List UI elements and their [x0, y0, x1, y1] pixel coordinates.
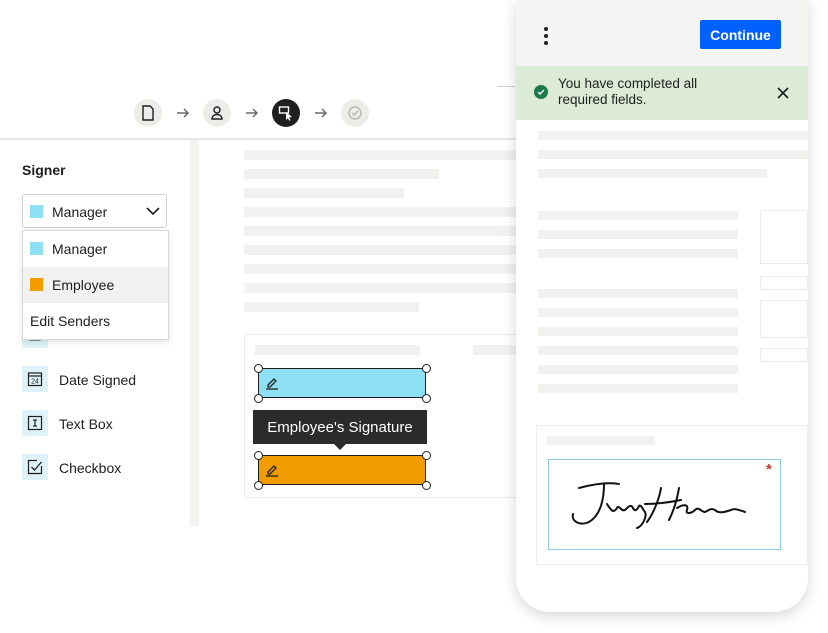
document-line	[244, 150, 516, 160]
checkbox-tool[interactable]	[22, 454, 48, 480]
pen-icon	[266, 378, 278, 390]
document-line	[244, 226, 516, 236]
document-line	[538, 169, 767, 178]
mobile-signer-preview: Continue You have completed all required…	[516, 0, 808, 612]
document-line	[538, 308, 738, 317]
toolbar-divider	[0, 138, 516, 140]
pen-icon	[266, 465, 278, 477]
arrow-right-icon	[177, 108, 190, 118]
signer-option-employee[interactable]: Employee	[23, 267, 168, 303]
manager-signature-field[interactable]	[258, 368, 426, 398]
document-line	[538, 289, 738, 298]
resize-handle[interactable]	[254, 364, 263, 373]
document-line	[538, 327, 738, 336]
option-label: Manager	[52, 241, 108, 257]
banner-message: You have completed all required fields.	[558, 76, 698, 107]
resize-handle[interactable]	[422, 394, 431, 403]
resize-handle[interactable]	[254, 481, 263, 490]
completion-banner: You have completed all required fields.	[516, 66, 808, 120]
resize-handle[interactable]	[422, 481, 431, 490]
option-label: Edit Senders	[30, 313, 111, 329]
signer-option-edit-senders[interactable]: Edit Senders	[23, 303, 168, 339]
resize-handle[interactable]	[422, 451, 431, 460]
step-document[interactable]	[134, 99, 162, 127]
document-box	[760, 210, 808, 264]
document-line	[244, 169, 439, 179]
step-fields[interactable]	[272, 99, 300, 127]
document-line	[538, 211, 738, 220]
checkbox-icon	[27, 459, 43, 475]
divider	[497, 86, 515, 87]
tooltip-tail	[333, 443, 347, 450]
document-line	[244, 302, 419, 312]
text-box-icon	[27, 415, 43, 431]
close-icon[interactable]	[776, 86, 790, 100]
document-line	[244, 207, 516, 217]
field-cursor-icon	[278, 106, 292, 121]
resize-handle[interactable]	[422, 364, 431, 373]
document-line	[547, 436, 655, 445]
text-box-tool[interactable]	[22, 410, 48, 436]
document-line	[538, 384, 738, 393]
success-check-icon	[534, 85, 548, 99]
arrow-right-icon	[246, 108, 259, 118]
svg-text:24: 24	[31, 379, 39, 386]
signature-pad[interactable]	[548, 459, 781, 550]
signer-option-manager[interactable]: Manager	[23, 231, 168, 267]
step-recipients[interactable]	[203, 99, 231, 127]
document-line	[538, 230, 738, 239]
document-line	[538, 150, 808, 159]
document-line	[244, 283, 516, 293]
document-box	[760, 300, 808, 338]
checkbox-label: Checkbox	[59, 460, 122, 476]
document-line	[538, 346, 738, 355]
signer-select-value: Manager	[52, 204, 108, 220]
arrow-right-icon	[315, 108, 328, 118]
resize-handle[interactable]	[254, 451, 263, 460]
date-signed-label: Date Signed	[59, 372, 137, 388]
signer-heading: Signer	[22, 162, 66, 178]
option-label: Employee	[52, 277, 115, 293]
signer-color-swatch	[30, 278, 43, 291]
field-tooltip: Employee's Signature	[253, 410, 427, 444]
document-line	[244, 245, 516, 255]
calendar-24-icon: 24	[27, 372, 43, 387]
signer-select[interactable]: Manager	[22, 194, 167, 228]
signer-color-swatch	[30, 205, 43, 218]
person-icon	[211, 106, 223, 120]
continue-button[interactable]: Continue	[700, 20, 781, 49]
document-line	[538, 365, 738, 374]
document-line	[538, 249, 738, 258]
signer-color-swatch	[30, 242, 43, 255]
date-signed-tool[interactable]: 24	[22, 366, 48, 392]
signer-dropdown-menu: Manager Employee Edit Senders	[22, 230, 169, 340]
document-line	[244, 188, 404, 198]
document-icon	[142, 105, 154, 121]
chevron-down-icon	[146, 207, 160, 216]
resize-handle[interactable]	[254, 394, 263, 403]
document-box	[760, 348, 808, 362]
step-review[interactable]	[341, 99, 369, 127]
more-options-icon[interactable]	[544, 27, 548, 45]
handwritten-signature	[571, 482, 746, 529]
document-line	[255, 345, 420, 355]
document-line	[538, 131, 808, 140]
panel-divider	[190, 140, 199, 526]
document-line	[244, 264, 516, 274]
text-box-label: Text Box	[59, 416, 113, 432]
employee-signature-field[interactable]	[258, 455, 426, 485]
required-marker: *	[766, 461, 772, 478]
check-circle-icon	[348, 106, 362, 120]
document-box	[760, 276, 808, 290]
